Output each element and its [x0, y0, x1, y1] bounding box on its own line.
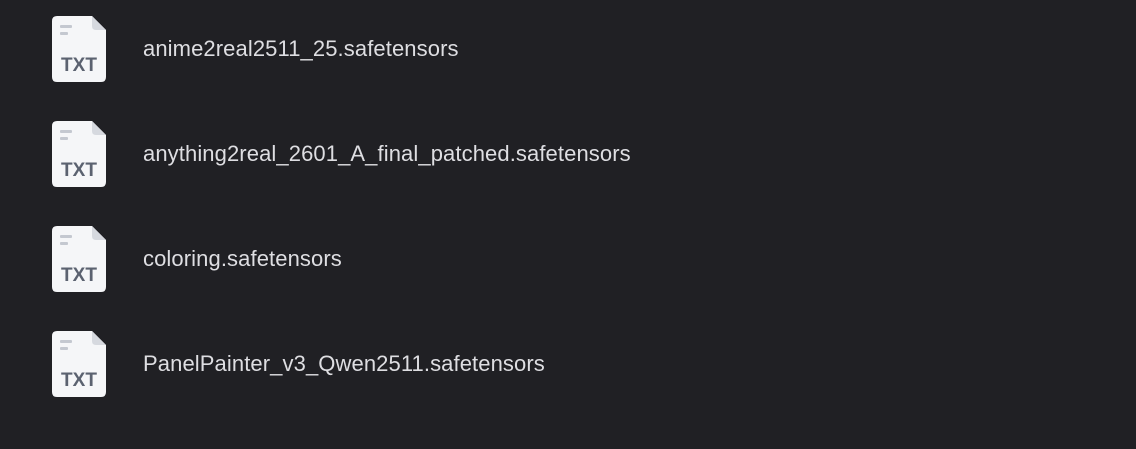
file-item[interactable]: TXT anything2real_2601_A_final_patched.s… — [0, 105, 1136, 205]
svg-text:TXT: TXT — [61, 55, 97, 76]
svg-text:TXT: TXT — [61, 160, 97, 181]
file-item[interactable]: TXT PanelPainter_v3_Qwen2511.safetensors — [0, 315, 1136, 415]
file-item[interactable]: TXT coloring.safetensors — [0, 210, 1136, 310]
file-list: TXT anime2real2511_25.safetensors TXT an… — [0, 0, 1136, 449]
txt-file-icon: TXT — [51, 15, 107, 83]
svg-text:TXT: TXT — [61, 265, 97, 286]
svg-text:TXT: TXT — [61, 370, 97, 391]
file-name[interactable]: anime2real2511_25.safetensors — [143, 34, 459, 64]
txt-file-icon: TXT — [51, 330, 107, 398]
file-name[interactable]: PanelPainter_v3_Qwen2511.safetensors — [143, 349, 545, 379]
txt-file-icon: TXT — [51, 120, 107, 188]
file-name[interactable]: coloring.safetensors — [143, 244, 342, 274]
file-name[interactable]: anything2real_2601_A_final_patched.safet… — [143, 139, 631, 169]
txt-file-icon: TXT — [51, 225, 107, 293]
file-item[interactable]: TXT anime2real2511_25.safetensors — [0, 0, 1136, 100]
